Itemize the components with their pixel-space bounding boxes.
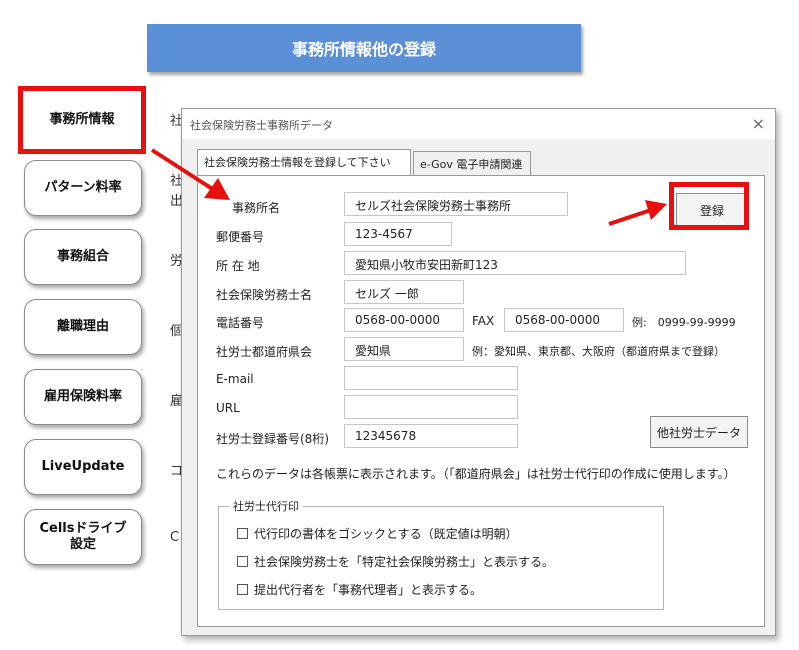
sidebar-item-separation-reason[interactable]: 離職理由 [24, 299, 142, 355]
background-text: C [170, 530, 180, 545]
reg-no-field[interactable]: 12345678 [344, 424, 518, 448]
checkbox-icon[interactable] [237, 528, 248, 539]
gothic-font-checkbox[interactable]: 代行印の書体をゴシックとする（既定値は明朝） [237, 525, 518, 542]
tab-egov[interactable]: e-Gov 電子申請関連 [413, 151, 531, 175]
dialog-titlebar: 社会保険労務士事務所データ × [182, 109, 775, 139]
office-name-field[interactable]: セルズ社会保険労務士事務所 [344, 192, 568, 216]
specific-sr-checkbox[interactable]: 社会保険労務士を「特定社会保険労務士」と表示する。 [237, 553, 554, 570]
pref-field[interactable]: 愛知県 [344, 337, 464, 361]
fax-label: FAX [472, 314, 495, 328]
register-highlight-box [669, 182, 749, 230]
close-icon[interactable]: × [752, 114, 765, 133]
sidebar-item-office-info[interactable]: 事務所情報 [18, 86, 146, 154]
note-text: これらのデータは各帳票に表示されます。（「都道府県会」は社労士代行印の作成に使用… [216, 467, 736, 481]
page-title-banner: 事務所情報他の登録 [147, 24, 581, 72]
reg-no-label: 社労士登録番号(8桁) [216, 432, 329, 446]
email-label: E-mail [216, 372, 254, 386]
fax-example: 例: 0999-99-9999 [632, 316, 736, 329]
office-name-label: 事務所名 [232, 201, 281, 215]
checkbox-label: 提出代行者を「事務代理者」と表示する。 [254, 583, 483, 597]
stamp-group: 社労士代行印 代行印の書体をゴシックとする（既定値は明朝） 社会保険労務士を「特… [218, 498, 664, 610]
phone-field[interactable]: 0568-00-0000 [344, 308, 464, 332]
dialog-title: 社会保険労務士事務所データ [190, 119, 333, 132]
checkbox-icon[interactable] [237, 556, 248, 567]
postal-field[interactable]: 123-4567 [344, 222, 452, 246]
arrow-to-register-icon [608, 200, 667, 226]
stamp-group-legend: 社労士代行印 [229, 498, 303, 514]
address-label: 所 在 地 [216, 259, 260, 273]
sidebar-item-employment-insurance-rate[interactable]: 雇用保険料率 [24, 369, 142, 425]
url-label: URL [216, 401, 240, 415]
sr-name-field[interactable]: セルズ 一郎 [344, 280, 464, 304]
email-field[interactable] [344, 366, 518, 390]
arrow-to-office-name-icon [150, 148, 230, 200]
pref-label: 社労士都道府県会 [216, 345, 313, 359]
postal-label: 郵便番号 [216, 230, 265, 244]
address-field[interactable]: 愛知県小牧市安田新町123 [344, 251, 686, 275]
checkbox-label: 代行印の書体をゴシックとする（既定値は明朝） [254, 527, 518, 541]
sidebar-item-labor-union[interactable]: 事務組合 [24, 229, 142, 285]
other-sr-data-button[interactable]: 他社労士データ [650, 416, 748, 448]
pref-example: 例：愛知県、東京都、大阪府（都道府県まで登録） [472, 345, 725, 358]
phone-label: 電話番号 [216, 316, 265, 330]
sr-name-label: 社会保険労務士名 [216, 288, 313, 302]
fax-field[interactable]: 0568-00-0000 [504, 308, 624, 332]
sidebar-item-cells-drive-settings[interactable]: Cellsドライブ 設定 [24, 509, 142, 565]
sidebar-item-liveupdate[interactable]: LiveUpdate [24, 439, 142, 495]
tab-panel: 事務所名 セルズ社会保険労務士事務所 郵便番号 123-4567 所 在 地 愛… [197, 175, 765, 627]
sidebar-item-pattern-rate[interactable]: パターン料率 [24, 160, 142, 216]
url-field[interactable] [344, 395, 518, 419]
checkbox-label: 社会保険労務士を「特定社会保険労務士」と表示する。 [254, 555, 555, 569]
proxy-agent-checkbox[interactable]: 提出代行者を「事務代理者」と表示する。 [237, 581, 482, 598]
checkbox-icon[interactable] [237, 584, 248, 595]
